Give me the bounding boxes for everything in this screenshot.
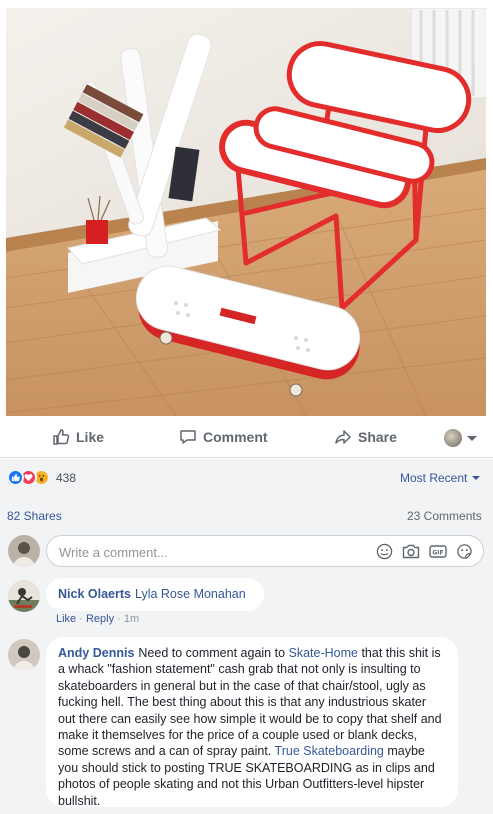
avatar[interactable] [8,639,40,671]
post-action-bar: Like Comment Share [0,418,493,458]
comment-button[interactable]: Comment [179,428,268,446]
sort-label: Most Recent [400,471,468,485]
post-photo[interactable] [6,8,486,416]
share-arrow-icon [335,430,351,444]
comment-composer: Write a comment... GIF [8,533,486,569]
like-label: Like [76,429,105,445]
separator-dot: · [79,613,86,625]
separator-dot: · [117,613,124,625]
thumbs-up-icon [53,429,70,445]
comment-actions: Like · Reply · 1m [56,613,139,625]
reactions-summary[interactable]: 438 [7,469,76,486]
comment-bubble: Andy Dennis Need to comment again to Skat… [46,637,458,808]
comment-bubble: Nick Olaerts Lyla Rose Monahan [46,578,264,611]
reaction-count: 438 [56,470,77,485]
svg-text:GIF: GIF [432,550,443,557]
comment-item: Andy Dennis Need to comment again to Skat… [8,637,486,813]
comment-label: Comment [203,429,268,445]
composer-tools: GIF [367,543,473,560]
comment-input-placeholder: Write a comment... [59,545,168,560]
skateboard-furniture-photo [6,8,486,416]
camera-icon[interactable] [402,543,420,560]
avatar[interactable] [8,580,40,612]
share-label: Share [358,429,397,445]
like-reaction-icon [7,469,24,486]
comment-reply-link[interactable]: Reply [86,613,114,625]
comment-sort-dropdown[interactable]: Most Recent [400,471,481,485]
sticker-icon[interactable] [456,543,473,560]
share-button[interactable]: Share [334,428,397,446]
post-as-selector[interactable] [444,429,477,447]
mention-tag[interactable]: True Skateboarding [275,744,384,758]
comment-text: that this shit is a whack "fashion state… [58,646,442,759]
comments-panel: 438 Most Recent 82 Shares 23 Comments Wr… [0,459,493,814]
comment-text: Need to comment again to [138,646,289,660]
chevron-down-icon [467,435,477,441]
comment-timestamp[interactable]: 1m [124,613,139,625]
comment-input[interactable]: Write a comment... GIF [46,535,484,567]
emoji-icon[interactable] [376,543,393,560]
comment-bubble-icon [180,430,196,444]
comment-author[interactable]: Andy Dennis [58,646,134,660]
comment-item: Nick Olaerts Lyla Rose Monahan Like · Rep… [8,578,486,628]
comment-like-link[interactable]: Like [56,613,76,625]
viewer-avatar [444,429,462,447]
like-button[interactable]: Like [52,428,104,446]
comment-author[interactable]: Nick Olaerts [58,587,131,601]
mention-tag[interactable]: Lyla Rose Monahan [135,587,246,601]
avatar[interactable] [8,535,40,567]
mention-tag[interactable]: Skate-Home [289,646,358,660]
shares-count-link[interactable]: 82 Shares [7,509,62,523]
comments-count[interactable]: 23 Comments [407,509,482,523]
gif-icon[interactable]: GIF [429,543,447,560]
chevron-down-icon [472,476,481,480]
